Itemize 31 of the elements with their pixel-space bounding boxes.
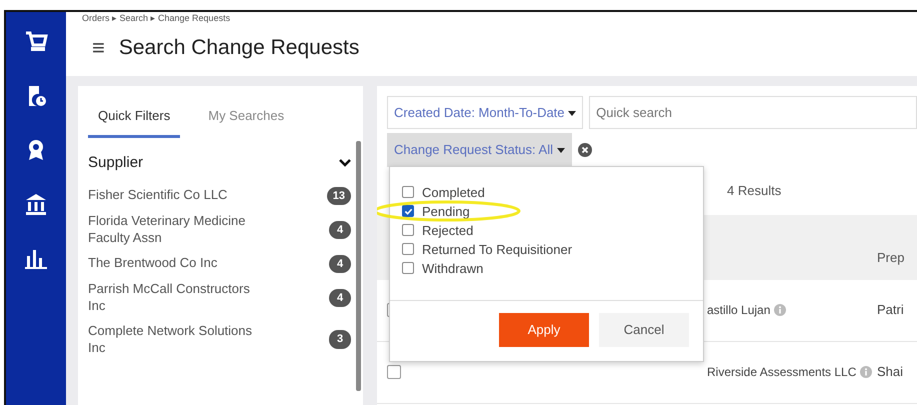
- tab[interactable]: Quick Filters: [88, 106, 180, 138]
- menu-button[interactable]: ≡: [92, 36, 105, 59]
- results-count: 4 Results: [727, 182, 782, 198]
- option-label: Completed: [422, 184, 485, 202]
- supplier-cell-text: Riverside Assessments LLC: [707, 364, 856, 381]
- column-header: Prep: [877, 249, 906, 267]
- count-badge: 4: [329, 220, 351, 239]
- count-badge: 3: [329, 330, 351, 349]
- tab[interactable]: My Searches: [198, 106, 294, 138]
- section-title: Supplier: [88, 153, 144, 173]
- supplier-name[interactable]: Florida Veterinary Medicine Faculty Assn: [88, 212, 268, 247]
- supplier-name[interactable]: Complete Network Solutions Inc: [88, 322, 268, 356]
- option-label: Withdrawn: [422, 260, 484, 278]
- filter-dropdown[interactable]: Created Date: Month-To-Date: [387, 96, 584, 129]
- supplier-cell-text: astillo Lujan: [707, 302, 770, 319]
- breadcrumb: Orders ▸ Search ▸ Change Requests: [81, 13, 232, 23]
- count-badge: 4: [329, 288, 351, 307]
- preparer-cell-text: Shai: [877, 363, 904, 382]
- preparer-cell-text: Patri: [877, 301, 905, 320]
- option-label: Returned To Requisitioner: [422, 240, 572, 258]
- supplier-name[interactable]: Fisher Scientific Co LLC: [88, 187, 268, 204]
- page-title: Search Change Requests: [118, 35, 360, 61]
- option-label: Rejected: [422, 222, 474, 240]
- supplier-name[interactable]: The Brentwood Co Inc: [88, 255, 268, 272]
- option-label: Pending: [422, 202, 470, 220]
- cancel-button[interactable]: Cancel: [599, 312, 689, 346]
- apply-button[interactable]: Apply: [499, 312, 589, 346]
- count-badge: 13: [326, 186, 351, 205]
- count-badge: 4: [329, 254, 351, 273]
- supplier-name[interactable]: Parrish McCall Constructors Inc: [88, 280, 268, 315]
- search-field[interactable]: Quick search: [589, 96, 917, 129]
